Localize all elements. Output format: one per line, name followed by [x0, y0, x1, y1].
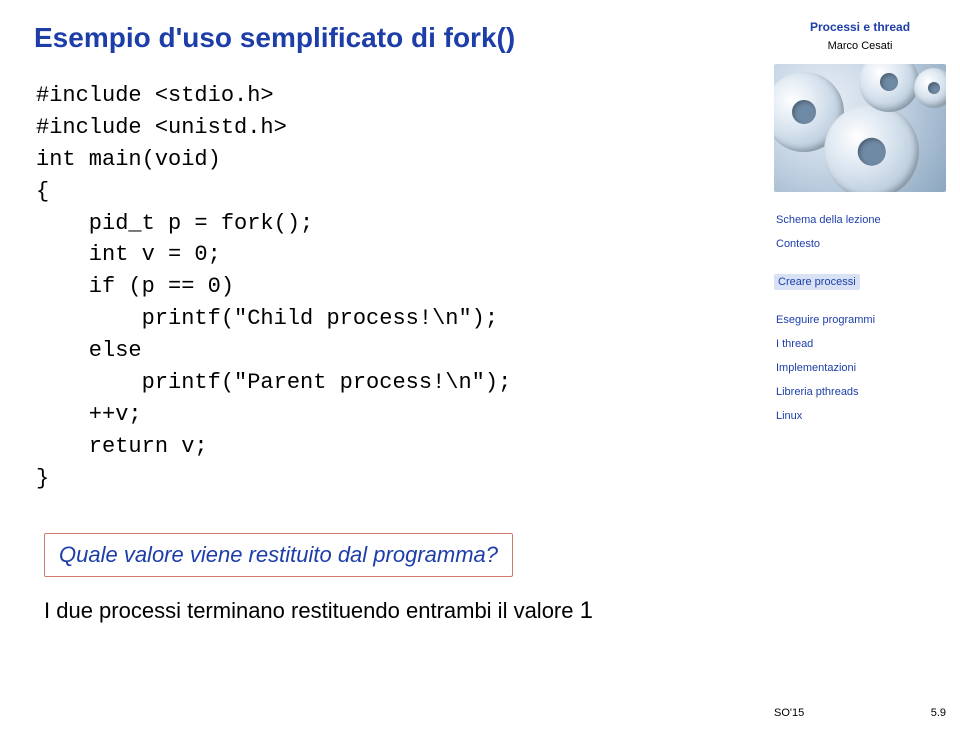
nav-creare-processi[interactable]: Creare processi [774, 274, 860, 290]
footer-left: SO'15 [774, 707, 804, 719]
nav-libreria[interactable]: Libreria pthreads [774, 386, 946, 398]
nav-eseguire[interactable]: Eseguire programmi [774, 314, 946, 326]
code-block: #include <stdio.h> #include <unistd.h> i… [36, 80, 726, 495]
nav-ithread[interactable]: I thread [774, 338, 946, 350]
conclusion-pre: I due processi terminano restituendo ent… [44, 598, 580, 623]
sidebar-author: Marco Cesati [774, 40, 946, 52]
slide: Esempio d'uso semplificato di fork() #in… [0, 0, 960, 735]
nav-linux[interactable]: Linux [774, 410, 946, 422]
slide-title: Esempio d'uso semplificato di fork() [34, 22, 726, 54]
nav-contesto[interactable]: Contesto [774, 238, 946, 250]
main-content: Esempio d'uso semplificato di fork() #in… [0, 0, 760, 735]
sidebar: Processi e thread Marco Cesati Schema de… [760, 0, 960, 735]
nav-implementazioni[interactable]: Implementazioni [774, 362, 946, 374]
gear-icon [914, 68, 946, 108]
gear-icon [824, 104, 919, 192]
nav-schema[interactable]: Schema della lezione [774, 214, 946, 226]
conclusion-value: 1 [580, 597, 593, 624]
conclusion-text: I due processi terminano restituendo ent… [44, 597, 726, 625]
gears-image [774, 64, 946, 192]
question-callout: Quale valore viene restituito dal progra… [44, 533, 513, 577]
footer-right: 5.9 [931, 707, 946, 719]
sidebar-header: Processi e thread [774, 20, 946, 34]
sidebar-footer: SO'15 5.9 [774, 707, 946, 719]
